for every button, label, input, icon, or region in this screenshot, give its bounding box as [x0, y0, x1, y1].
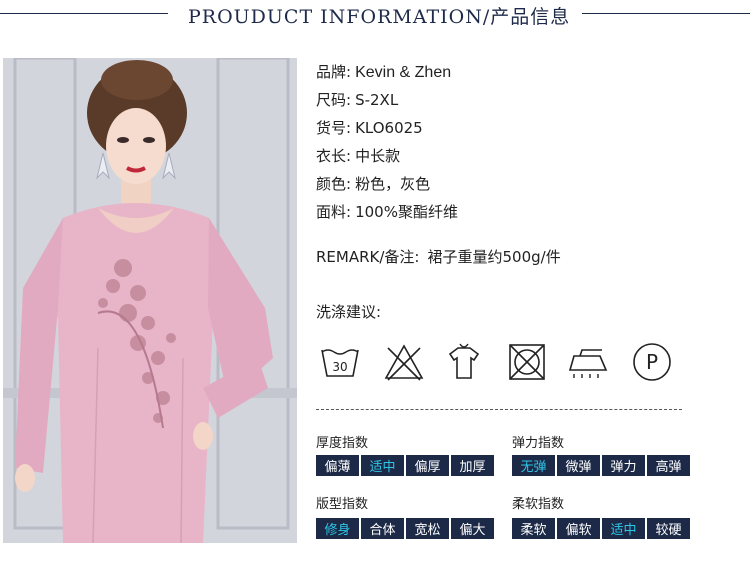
fit-title: 版型指数 — [316, 497, 369, 512]
hang-dry-icon — [442, 340, 486, 384]
remark-value: 裙子重量约500g/件 — [427, 248, 561, 266]
header-rule-left — [0, 13, 168, 14]
spec-length: 衣长: 中长款 — [316, 145, 400, 166]
spec-value: 中长款 — [355, 147, 401, 165]
thickness-option-selected: 适中 — [361, 455, 404, 476]
thickness-scale: 偏薄 适中 偏厚 加厚 — [316, 455, 494, 476]
softness-option-selected: 适中 — [602, 518, 645, 539]
elasticity-scale: 无弹 微弹 弹力 高弹 — [512, 455, 690, 476]
no-tumble-dry-icon — [505, 340, 549, 384]
softness-option: 柔软 — [512, 518, 555, 539]
spec-value: S-2XL — [355, 91, 399, 109]
wash-30-icon: 30 — [318, 340, 362, 384]
product-photo — [3, 58, 297, 543]
spec-label: 品牌: — [316, 63, 352, 81]
page-title: PROUDUCT INFORMATION/产品信息 — [188, 6, 571, 28]
elasticity-title: 弹力指数 — [512, 436, 565, 451]
spec-label: 颜色: — [316, 175, 352, 193]
elasticity-option: 高弹 — [647, 455, 690, 476]
iron-icon — [566, 340, 610, 384]
elasticity-option: 微弹 — [557, 455, 600, 476]
spec-value: Kevin & Zhen — [355, 64, 452, 81]
remark: REMARK/备注: 裙子重量约500g/件 — [316, 246, 561, 267]
softness-title: 柔软指数 — [512, 497, 565, 512]
thickness-option: 加厚 — [451, 455, 494, 476]
fit-option-selected: 修身 — [316, 518, 359, 539]
dry-clean-letter: P — [646, 350, 658, 374]
spec-label: 尺码: — [316, 91, 352, 109]
spec-size: 尺码: S-2XL — [316, 89, 398, 110]
spec-label: 面料: — [316, 203, 352, 221]
divider — [316, 409, 682, 410]
no-bleach-icon — [382, 340, 426, 384]
spec-value: 100%聚酯纤维 — [355, 203, 458, 221]
spec-brand: 品牌: Kevin & Zhen — [316, 61, 451, 82]
softness-option: 较硬 — [647, 518, 690, 539]
fit-scale: 修身 合体 宽松 偏大 — [316, 518, 494, 539]
spec-value: 粉色，灰色 — [355, 175, 431, 193]
header-rule-right — [582, 13, 750, 14]
elasticity-option-selected: 无弹 — [512, 455, 555, 476]
softness-scale: 柔软 偏软 适中 较硬 — [512, 518, 690, 539]
wash-title: 洗涤建议: — [316, 303, 382, 321]
thickness-option: 偏薄 — [316, 455, 359, 476]
spec-item-number: 货号: KLO6025 — [316, 117, 423, 138]
thickness-title: 厚度指数 — [316, 436, 369, 451]
spec-value: KLO6025 — [355, 119, 423, 137]
wash-temp-text: 30 — [332, 360, 347, 374]
fit-option: 合体 — [361, 518, 404, 539]
spec-label: 货号: — [316, 119, 352, 137]
softness-option: 偏软 — [557, 518, 600, 539]
thickness-option: 偏厚 — [406, 455, 449, 476]
fit-option: 宽松 — [406, 518, 449, 539]
spec-color: 颜色: 粉色，灰色 — [316, 173, 430, 194]
spec-label: 衣长: — [316, 147, 352, 165]
dry-clean-p-icon: P — [630, 340, 674, 384]
fit-option: 偏大 — [451, 518, 494, 539]
remark-label: REMARK/备注: — [316, 248, 420, 266]
spec-fabric: 面料: 100%聚酯纤维 — [316, 201, 458, 222]
elasticity-option: 弹力 — [602, 455, 645, 476]
